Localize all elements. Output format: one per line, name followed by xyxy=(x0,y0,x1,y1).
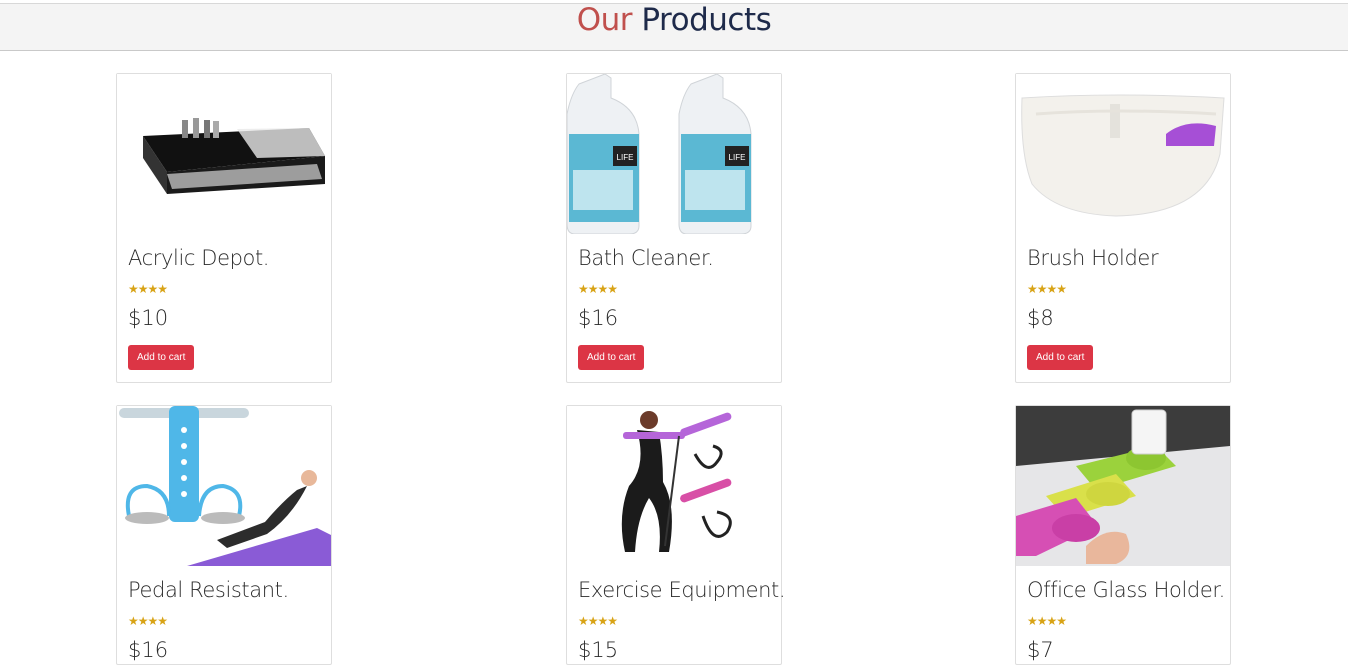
product-image-pedal-resistance-band[interactable] xyxy=(117,406,331,566)
rating-stars: ★★★★ xyxy=(1027,614,1067,628)
product-card: Acrylic Depot. ★★★★ $10 Add to cart xyxy=(116,73,332,383)
rating-stars: ★★★★ xyxy=(1027,282,1067,296)
title-accent: Our xyxy=(576,2,633,38)
title-main: Products xyxy=(641,2,772,38)
rating-stars: ★★★★ xyxy=(578,282,618,296)
product-price: $15 xyxy=(578,638,619,662)
product-name: Brush Holder xyxy=(1027,246,1159,270)
add-to-cart-button[interactable]: Add to cart xyxy=(578,345,645,370)
product-name: Exercise Equipment. xyxy=(578,578,786,602)
svg-text:LIFE: LIFE xyxy=(729,153,746,162)
add-to-cart-button[interactable]: Add to cart xyxy=(128,345,195,370)
product-price: $7 xyxy=(1027,638,1054,662)
product-card: Office Glass Holder. ★★★★ $7 xyxy=(1015,405,1231,665)
product-name: Pedal Resistant. xyxy=(128,578,289,602)
svg-text:LIFE: LIFE xyxy=(617,153,634,162)
product-name: Office Glass Holder. xyxy=(1027,578,1225,602)
add-to-cart-button[interactable]: Add to cart xyxy=(1027,345,1094,370)
rating-stars: ★★★★ xyxy=(578,614,618,628)
page-header: Our Products xyxy=(0,3,1348,51)
page-title: Our Products xyxy=(0,4,1348,36)
product-price: $16 xyxy=(128,638,169,662)
product-card: Brush Holder ★★★★ $8 Add to cart xyxy=(1015,73,1231,383)
product-card: LIFE LIFE Bath Cleaner. ★★★★ $16 Add to … xyxy=(566,73,782,383)
product-image-desk-cup-clip[interactable] xyxy=(1016,406,1230,566)
product-name: Bath Cleaner. xyxy=(578,246,714,270)
product-image-acrylic-organizer[interactable] xyxy=(117,74,331,234)
product-price: $10 xyxy=(128,306,169,330)
product-price: $16 xyxy=(578,306,619,330)
product-card: Pedal Resistant. ★★★★ $16 xyxy=(116,405,332,665)
product-price: $8 xyxy=(1027,306,1054,330)
product-image-cleaner-bottles[interactable]: LIFE LIFE xyxy=(567,74,781,234)
rating-stars: ★★★★ xyxy=(128,282,168,296)
product-card: Exercise Equipment. ★★★★ $15 xyxy=(566,405,786,665)
product-name: Acrylic Depot. xyxy=(128,246,270,270)
rating-stars: ★★★★ xyxy=(128,614,168,628)
product-image-brush-holder[interactable] xyxy=(1016,74,1230,234)
product-image-pilates-bar[interactable] xyxy=(567,406,781,566)
